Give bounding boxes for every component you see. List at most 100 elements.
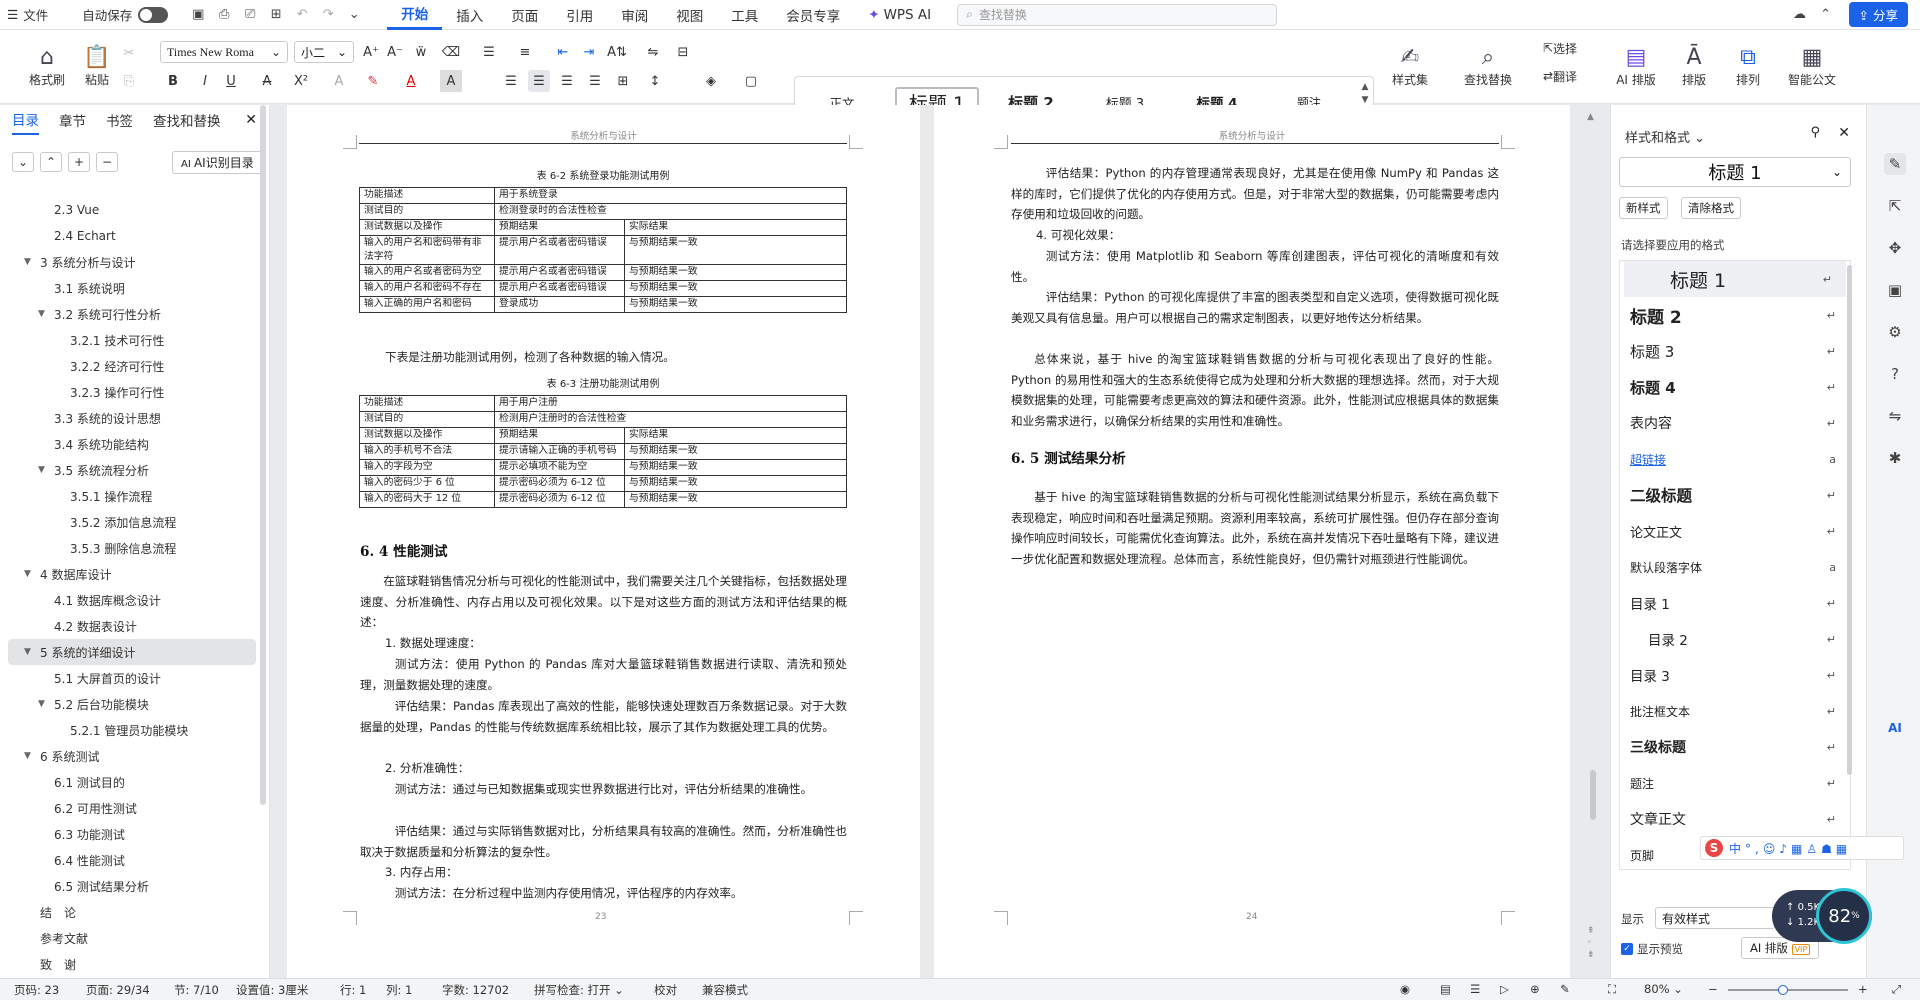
toc-item[interactable]: 2.3 Vue [8, 197, 256, 223]
ai-layout-button[interactable]: ▤ AI 排版 [1608, 36, 1664, 96]
status-spell[interactable]: 拼写检查: 打开 ⌄ [534, 982, 624, 998]
tab-tools[interactable]: 工具 [717, 0, 772, 30]
toc-item[interactable]: 4.2 数据表设计 [8, 613, 256, 639]
superscript-icon[interactable]: X² [290, 70, 312, 92]
select-arrow-icon[interactable]: ⇱ [1884, 195, 1906, 217]
toc-item[interactable]: ▼ 3.2 系统可行性分析 [8, 301, 256, 327]
pin-icon[interactable]: ⚲ [1810, 125, 1820, 140]
toc-item[interactable]: 3.1 系统说明 [8, 275, 256, 301]
toc-item[interactable]: 3.2.2 经济可行性 [8, 353, 256, 379]
toggle-icon[interactable] [138, 6, 169, 23]
smart-doc-button[interactable]: ▦ 智能公文 [1780, 36, 1844, 96]
toc-item[interactable]: 6.1 测试目的 [8, 769, 256, 795]
zoom-in-icon[interactable]: + [1858, 982, 1868, 996]
style-list-item[interactable]: 标题 2 ↵ [1620, 297, 1850, 333]
shrink-font-icon[interactable]: A⁻ [384, 41, 406, 63]
expand-icon[interactable]: ⌃ [40, 152, 62, 172]
toc-item[interactable]: 3.2.3 操作可行性 [8, 379, 256, 405]
toc-item[interactable]: 5.1 大屏首页的设计 [8, 665, 256, 691]
help-icon[interactable]: ? [1884, 363, 1906, 385]
text-direction-icon[interactable]: A⇅ [606, 41, 628, 63]
export-pdf-icon[interactable]: ⎙ [215, 6, 233, 24]
style-list-scrollbar[interactable] [1847, 265, 1852, 775]
line-spacing-icon[interactable]: ↕ [644, 70, 666, 92]
toc-item[interactable]: 4.1 数据库概念设计 [8, 587, 256, 613]
undo-icon[interactable]: ↶ [293, 6, 311, 24]
toc-item[interactable]: ▼ 5 系统的详细设计 [8, 639, 256, 665]
page-view-icon[interactable]: ▤ [1440, 982, 1451, 996]
style-set-button[interactable]: ✍ 样式集 [1384, 36, 1436, 96]
style-list-item[interactable]: 目录 1 ↵ [1620, 585, 1850, 621]
status-words[interactable]: 字数: 12702 [442, 982, 509, 998]
format-painter-button[interactable]: ⌂ 格式刷 [22, 36, 72, 96]
doc-scrollbar[interactable] [1590, 770, 1596, 820]
style-list-item[interactable]: 默认段落字体 a [1620, 549, 1850, 585]
arrange-button[interactable]: ⧉ 排列 [1722, 36, 1774, 96]
toc-item[interactable]: 3.3 系统的设计思想 [8, 405, 256, 431]
close-icon[interactable]: ✕ [1838, 125, 1850, 141]
strikethrough-icon[interactable]: A [256, 70, 278, 92]
numbered-list-icon[interactable]: ≡ [514, 41, 536, 63]
toc-item[interactable]: 2.4 Echart [8, 223, 256, 249]
char-shading-icon[interactable]: A [440, 70, 462, 92]
style-list-item[interactable]: 论文正文 ↵ [1620, 513, 1850, 549]
layout-button[interactable]: Ā 排版 [1668, 36, 1720, 96]
copy-icon[interactable]: ⎘ [118, 70, 140, 92]
tab-reference[interactable]: 引用 [552, 0, 607, 30]
edit-icon[interactable]: ✎ [1884, 153, 1906, 175]
redo-icon[interactable]: ↷ [319, 6, 337, 24]
toc-item[interactable]: 3.5.3 删除信息流程 [8, 535, 256, 561]
highlight-icon[interactable]: ✎ [362, 70, 384, 92]
style-list-item[interactable]: 标题 1 ↵ [1624, 261, 1846, 297]
nav-tab-toc[interactable]: 目录 [12, 105, 39, 135]
tab-review[interactable]: 审阅 [607, 0, 662, 30]
fit-page-icon[interactable]: ⛶ [1608, 982, 1616, 997]
border-icon[interactable]: ▢ [740, 70, 762, 92]
outline-view-icon[interactable]: ☰ [1470, 982, 1480, 996]
ai-assistant-icon[interactable]: AI [1884, 717, 1906, 739]
toc-item[interactable]: 3.5.2 添加信息流程 [8, 509, 256, 535]
share-doc-icon[interactable]: ⇋ [1884, 405, 1906, 427]
scroll-arrows[interactable]: ▲ [1587, 112, 1594, 122]
scroll-arrows-bottom[interactable]: ⇞ ◦ ⇟ [1587, 925, 1595, 961]
toc-item[interactable]: ▼ 3.5 系统流程分析 [8, 457, 256, 483]
current-style-select[interactable]: 标题 1 ⌄ [1619, 157, 1851, 187]
toc-item[interactable]: ▼ 3 系统分析与设计 [8, 249, 256, 275]
style-list-item[interactable]: 表内容 ↵ [1620, 405, 1850, 441]
bold-icon[interactable]: B [162, 70, 184, 92]
font-name-select[interactable]: Times New Roma ⌄ [160, 41, 288, 63]
style-list-item[interactable]: 超链接 a [1620, 441, 1850, 477]
status-pages[interactable]: 页面: 29/34 [86, 982, 150, 998]
expand-arrow-icon[interactable]: ▼ [38, 699, 45, 709]
grow-font-icon[interactable]: A⁺ [360, 41, 382, 63]
toc-item[interactable]: ▼ 6 系统测试 [8, 743, 256, 769]
select-button[interactable]: ⇱ 选择 [1530, 38, 1590, 58]
style-list-item[interactable]: 二级标题 ↵ [1620, 477, 1850, 513]
zoom-out-icon[interactable]: − [1708, 982, 1718, 996]
style-list-item[interactable]: 题注 ↵ [1620, 765, 1850, 801]
play-icon[interactable]: ▷ [1500, 982, 1509, 996]
translate-button[interactable]: ⇄ 翻译 [1530, 66, 1590, 86]
style-list-item[interactable]: 批注框文本 ↵ [1620, 693, 1850, 729]
file-menu[interactable]: ☰ 文件 [0, 0, 55, 30]
status-proof[interactable]: 校对 [654, 982, 677, 998]
ai-toc-button[interactable]: AI AI识别目录 [172, 150, 263, 174]
paste-button[interactable]: 📋 粘贴 [74, 36, 120, 96]
nav-tab-find[interactable]: 查找和替换 [153, 105, 221, 135]
zoom-slider-thumb[interactable] [1778, 985, 1788, 995]
style-list-item[interactable]: 标题 3 ↵ [1620, 333, 1850, 369]
phonetic-icon[interactable]: ẅ [410, 41, 432, 63]
tab-home[interactable]: 开始 [387, 0, 443, 30]
toc-item[interactable]: 6.2 可用性测试 [8, 795, 256, 821]
close-icon[interactable]: ✕ [245, 112, 257, 128]
show-select[interactable]: 有效样式 [1655, 907, 1775, 929]
toc-item[interactable]: ▼ 4 数据库设计 [8, 561, 256, 587]
italic-icon[interactable]: I [194, 70, 216, 92]
style-list-item[interactable]: 标题 4 ↵ [1620, 369, 1850, 405]
web-view-icon[interactable]: ⊕ [1530, 982, 1540, 996]
toc-item[interactable]: 参考文献 [8, 925, 256, 951]
cloud-icon[interactable]: ☁ [1791, 6, 1809, 24]
tab-wps-ai[interactable]: ✦ WPS AI [854, 0, 945, 30]
add-icon[interactable]: + [68, 152, 90, 172]
align-right-icon[interactable]: ☰ [556, 70, 578, 92]
